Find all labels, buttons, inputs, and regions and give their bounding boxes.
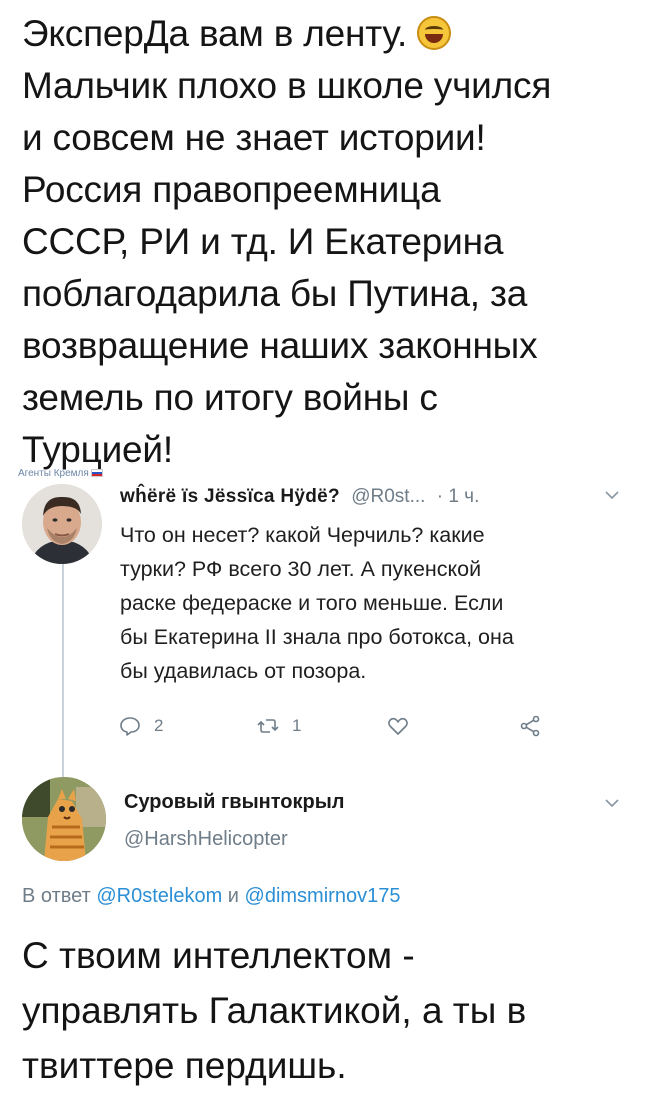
caption-line: и совсем не знает истории! (22, 117, 486, 158)
share-button[interactable] (518, 714, 554, 738)
tweet-text-line: бы Екатерина II знала про ботокса, она (120, 625, 514, 649)
man-portrait-icon (22, 484, 102, 564)
heart-icon (388, 717, 408, 735)
author-name[interactable]: wĥërë ïs Jëssïca Hÿdë? (120, 486, 340, 507)
reply-and: и (227, 885, 239, 907)
retweet-icon (257, 719, 279, 733)
chevron-down-icon[interactable] (605, 796, 619, 811)
mention-link[interactable]: @R0stelekom (96, 885, 222, 907)
tweet-text: Что он несет? какой Черчиль? какие турки… (120, 518, 630, 688)
caption-line: Россия правопреемница (22, 169, 441, 210)
tweet-text-line: турки? РФ всего 30 лет. А пукенской (120, 557, 482, 581)
tweet-text: С твоим интеллектом - управлять Галактик… (22, 928, 632, 1093)
caption-line: Мальчик плохо в школе учился (22, 65, 552, 106)
avatar[interactable] (22, 777, 106, 861)
laughing-emoji-icon (417, 16, 452, 50)
russian-flag-icon (90, 469, 103, 477)
timestamp[interactable]: · 1 ч. (437, 486, 480, 507)
author-handle[interactable]: @HarshHelicopter (124, 828, 288, 851)
tweet-text-line: бы удавилась от позора. (120, 659, 367, 683)
retweet-button[interactable]: 1 (256, 714, 301, 738)
reply-button[interactable]: 2 (118, 714, 163, 738)
tweet-actions: 2 1 (118, 714, 558, 744)
watermark-text: Агенты Кремля (18, 468, 89, 479)
post-caption: ЭксперДа вам в ленту. Мальчик плохо в шк… (22, 8, 632, 476)
tweet-text-line: раске федераске и того меньше. Если (120, 591, 504, 615)
thread-connector-line (62, 560, 64, 780)
share-icon (520, 715, 540, 737)
reply-count: 2 (154, 716, 164, 735)
reply-icon (120, 717, 140, 736)
author-handle[interactable]: @R0st... (351, 486, 425, 507)
tweet-header: wĥërë ïs Jëssïca Hÿdë? @R0st... · 1 ч. (120, 486, 479, 508)
cat-drawing-icon (22, 777, 106, 861)
chevron-down-icon[interactable] (605, 488, 619, 503)
watermark: Агенты Кремля (18, 468, 103, 479)
caption-line: СССР, РИ и тд. И Екатерина (22, 221, 504, 262)
tweet-text-line: С твоим интеллектом - (22, 935, 415, 976)
like-button[interactable] (386, 714, 422, 738)
reply-context: В ответ @R0stelekom и @dimsmirnov175 (22, 885, 400, 908)
caption-line: ЭксперДа вам в ленту. (22, 8, 632, 60)
retweet-count: 1 (292, 716, 302, 735)
caption-line: Турцией! (22, 429, 173, 470)
tweet-text-line: управлять Галактикой, а ты в (22, 990, 527, 1031)
reply-prefix: В ответ (22, 885, 91, 907)
tweet-text-line: Что он несет? какой Черчиль? какие (120, 523, 485, 547)
mention-link[interactable]: @dimsmirnov175 (245, 885, 401, 907)
caption-line: земель по итогу войны с (22, 377, 438, 418)
tweet-text-line: твиттере пердишь. (22, 1045, 347, 1086)
caption-line: возвращение наших законных (22, 325, 538, 366)
avatar[interactable] (22, 484, 102, 564)
caption-line: поблагодарила бы Путина, за (22, 273, 528, 314)
author-name[interactable]: Суровый гвынтокрыл (124, 791, 345, 814)
